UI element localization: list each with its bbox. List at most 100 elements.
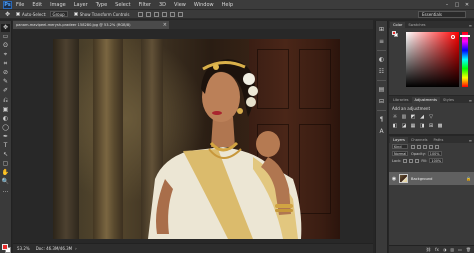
delete-layer-icon[interactable]: 🗑 <box>466 247 471 252</box>
lasso-tool-icon[interactable]: ʘ <box>1 42 10 50</box>
align-middle-icon[interactable] <box>146 11 152 17</box>
hue-slider[interactable] <box>462 32 468 87</box>
layer-comps-icon[interactable]: ⊟ <box>378 97 386 105</box>
levels-icon[interactable]: ▥ <box>401 114 407 120</box>
filter-type-icon[interactable] <box>423 144 427 149</box>
zoom-tool-icon[interactable]: 🔍 <box>1 179 10 187</box>
align-left-icon[interactable] <box>162 11 168 17</box>
history-brush-tool-icon[interactable]: ▣ <box>1 106 10 114</box>
filter-adjustment-icon[interactable] <box>417 144 421 149</box>
eraser-tool-icon[interactable]: ◐ <box>1 115 10 123</box>
lock-position-icon[interactable] <box>415 158 420 163</box>
foreground-color-chip[interactable] <box>392 31 396 35</box>
path-select-tool-icon[interactable]: ↖ <box>1 151 10 159</box>
crop-tool-icon[interactable]: ⌗ <box>1 60 10 68</box>
quick-select-tool-icon[interactable]: ⌖ <box>1 51 10 59</box>
actions-icon[interactable]: ▤ <box>378 85 386 93</box>
close-button[interactable]: ✕ <box>462 2 472 8</box>
channel-mixer-icon[interactable]: ⊞ <box>428 123 434 129</box>
tab-libraries[interactable]: Libraries <box>390 97 412 103</box>
menu-edit[interactable]: Edit <box>32 2 42 8</box>
menu-window[interactable]: Window <box>194 2 214 8</box>
brightness-contrast-icon[interactable]: ☼ <box>392 114 398 120</box>
type-tool-icon[interactable]: T <box>1 142 10 150</box>
shape-tool-icon[interactable]: ▢ <box>1 160 10 168</box>
character-icon[interactable]: A <box>378 127 386 135</box>
photo-filter-icon[interactable]: ◨ <box>419 123 425 129</box>
menu-select[interactable]: Select <box>115 2 130 8</box>
document-tab[interactable]: panam-mavipeel-merysh-pradeer 158280.jpg… <box>13 21 169 29</box>
paragraph-icon[interactable]: ¶ <box>378 115 386 123</box>
adjustment-layer-icon[interactable]: ▥ <box>450 247 454 252</box>
move-tool-icon[interactable]: ✥ <box>1 24 10 32</box>
marquee-tool-icon[interactable]: ▭ <box>1 33 10 41</box>
gradient-tool-icon[interactable]: ◯ <box>1 124 10 132</box>
close-tab-icon[interactable]: × <box>163 22 167 28</box>
move-icon[interactable]: ✥ <box>3 11 12 18</box>
more-tools-icon[interactable]: … <box>1 188 10 196</box>
curves-icon[interactable]: ◩ <box>410 114 416 120</box>
link-layers-icon[interactable]: ⛓ <box>426 247 431 252</box>
auto-select-checkbox[interactable] <box>16 12 20 16</box>
align-top-icon[interactable] <box>138 11 144 17</box>
pen-tool-icon[interactable]: ✒ <box>1 133 10 141</box>
menu-layer[interactable]: Layer <box>74 2 88 8</box>
status-menu-icon[interactable]: › <box>75 246 77 251</box>
layer-style-icon[interactable]: fx <box>435 247 439 252</box>
workspace-dropdown[interactable]: Essentials <box>418 11 466 18</box>
lock-transparent-icon[interactable] <box>403 158 408 163</box>
align-bottom-icon[interactable] <box>154 11 160 17</box>
tab-styles[interactable]: Styles <box>440 97 457 103</box>
hand-tool-icon[interactable]: ✋ <box>1 170 10 178</box>
exposure-icon[interactable]: ◢ <box>419 114 425 120</box>
menu-file[interactable]: File <box>16 2 24 8</box>
fill-field[interactable]: 100% <box>429 158 444 163</box>
panel-menu-icon[interactable]: ≡ <box>469 23 474 28</box>
menu-type[interactable]: Type <box>96 2 107 8</box>
layer-row-background[interactable]: ◉ Background 🔒 <box>389 172 474 185</box>
hue-slider-handle[interactable] <box>460 35 470 37</box>
maximize-button[interactable]: □ <box>452 2 462 8</box>
black-white-icon[interactable]: ▦ <box>410 123 416 129</box>
panel-menu-icon[interactable]: ≡ <box>469 138 474 143</box>
healing-brush-tool-icon[interactable]: ✎ <box>1 79 10 87</box>
menu-help[interactable]: Help <box>222 2 233 8</box>
filter-shape-icon[interactable] <box>429 144 433 149</box>
vibrance-icon[interactable]: ▽ <box>428 114 434 120</box>
tab-color[interactable]: Color <box>390 22 406 28</box>
lock-pixels-icon[interactable] <box>409 158 414 163</box>
eyedropper-tool-icon[interactable]: ⊘ <box>1 69 10 77</box>
panel-menu-icon[interactable]: ≡ <box>469 98 474 103</box>
brush-tool-icon[interactable]: ✐ <box>1 88 10 96</box>
hue-saturation-icon[interactable]: ◧ <box>392 123 398 129</box>
tab-layers[interactable]: Layers <box>390 137 408 143</box>
filter-pixel-icon[interactable] <box>411 144 415 149</box>
filter-smart-object-icon[interactable] <box>435 144 439 149</box>
minimize-button[interactable]: – <box>442 2 452 8</box>
opacity-field[interactable]: 100% <box>427 151 442 156</box>
menu-3d[interactable]: 3D <box>159 2 166 8</box>
visibility-eye-icon[interactable]: ◉ <box>391 176 397 182</box>
align-right-icon[interactable] <box>178 11 184 17</box>
saturation-brightness-field[interactable] <box>406 32 459 87</box>
brush-preset-icon[interactable]: ◐ <box>378 55 386 63</box>
properties-icon[interactable]: ≡ <box>378 37 386 45</box>
menu-view[interactable]: View <box>174 2 186 8</box>
foreground-color-swatch[interactable] <box>2 244 8 250</box>
tab-channels[interactable]: Channels <box>408 137 431 143</box>
info-icon[interactable]: ☷ <box>378 67 386 75</box>
align-center-icon[interactable] <box>170 11 176 17</box>
show-transform-checkbox[interactable] <box>73 12 78 16</box>
tab-adjustments[interactable]: Adjustments <box>411 97 441 103</box>
clone-stamp-tool-icon[interactable]: ⎌ <box>1 97 10 105</box>
color-picker-marker[interactable] <box>451 35 455 39</box>
layer-kind-dropdown[interactable]: Kind <box>392 144 408 149</box>
color-balance-icon[interactable]: ◪ <box>401 123 407 129</box>
tab-paths[interactable]: Paths <box>431 137 447 143</box>
menu-image[interactable]: Image <box>50 2 66 8</box>
color-lookup-icon[interactable]: ▩ <box>437 123 443 129</box>
zoom-level[interactable]: 53.2% <box>17 246 30 251</box>
layer-mask-icon[interactable]: ◑ <box>443 247 447 252</box>
menu-filter[interactable]: Filter <box>139 2 151 8</box>
canvas-area[interactable] <box>13 29 373 243</box>
